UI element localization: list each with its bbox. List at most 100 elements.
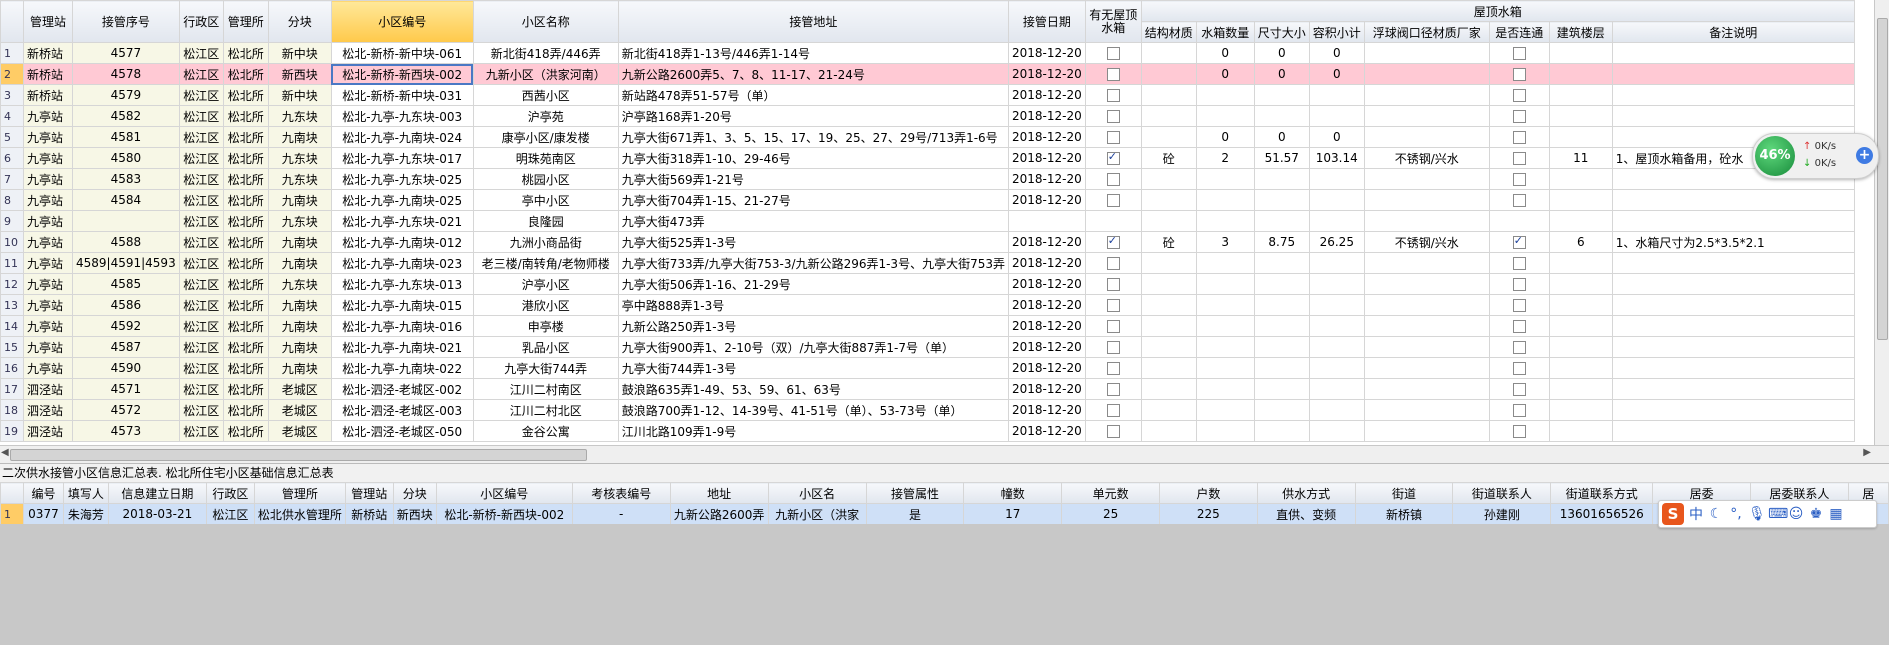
table-cell[interactable]: 松北-九亭-九南块-025 <box>330 189 474 211</box>
col-header[interactable]: 管理站 <box>23 0 73 43</box>
microphone-icon[interactable]: 🎙 <box>1748 506 1766 522</box>
checkbox[interactable] <box>1512 341 1526 354</box>
table-row[interactable]: 9 九亭站 松江区 松北所 九东块 松北-九亭-九东块-021 良隆园 九亭大街473弄 <box>0 210 1855 232</box>
table-cell[interactable]: 2018-12-20 <box>1007 42 1086 64</box>
table-cell[interactable]: 松北-九亭-九东块-003 <box>330 105 474 127</box>
table-cell[interactable]: 松北所 <box>222 168 269 190</box>
table-cell[interactable] <box>1611 105 1855 127</box>
checkbox[interactable] <box>1106 425 1120 438</box>
row-number[interactable]: 1 <box>0 503 24 524</box>
table-cell[interactable] <box>1308 84 1365 106</box>
table-cell[interactable]: 3 <box>1195 231 1255 253</box>
table-cell[interactable]: 松江区 <box>178 168 224 190</box>
col-header[interactable]: 是否连通 <box>1488 21 1550 43</box>
table-cell[interactable] <box>1253 210 1310 232</box>
table-cell[interactable]: 4590 <box>72 357 180 379</box>
table-cell[interactable] <box>1195 273 1255 295</box>
table-row[interactable]: 13 九亭站 4586 松江区 松北所 九南块 松北-九亭-九南块-015 港欣小区 亭中路88… <box>0 294 1855 316</box>
table-cell[interactable]: 泗泾站 <box>23 420 73 442</box>
table-cell[interactable] <box>1140 210 1197 232</box>
table-cell[interactable]: 松北-九亭-九南块-012 <box>330 231 474 253</box>
table-cell[interactable] <box>1363 63 1490 85</box>
table-cell[interactable]: 沪亭苑 <box>472 105 619 127</box>
table-cell[interactable]: 九东块 <box>267 168 332 190</box>
table-cell[interactable]: 松北所 <box>222 147 269 169</box>
table-cell[interactable]: 2018-12-20 <box>1007 231 1086 253</box>
table-cell[interactable] <box>1308 105 1365 127</box>
table-cell[interactable] <box>1195 105 1255 127</box>
table-cell[interactable] <box>1140 168 1197 190</box>
table-cell[interactable]: 九亭大街525弄1-3号 <box>617 231 1009 253</box>
table-cell[interactable] <box>1548 42 1613 64</box>
table-cell[interactable]: 九亭站 <box>23 273 73 295</box>
table-cell[interactable] <box>1611 378 1855 400</box>
corner-header[interactable] <box>0 482 24 504</box>
table-cell[interactable]: 九亭站 <box>23 336 73 358</box>
table-cell[interactable]: 2018-12-20 <box>1007 420 1086 442</box>
table-cell[interactable]: 新桥站 <box>23 84 73 106</box>
table-cell[interactable] <box>1363 252 1490 274</box>
row-number[interactable]: 7 <box>0 168 24 190</box>
table-cell[interactable] <box>1195 168 1255 190</box>
col-header[interactable]: 建筑楼层 <box>1548 21 1613 43</box>
table-cell[interactable]: 松北所 <box>222 336 269 358</box>
table-cell[interactable]: 26.25 <box>1308 231 1365 253</box>
table-cell[interactable] <box>1611 315 1855 337</box>
table-cell[interactable]: 0 <box>1253 42 1310 64</box>
table-cell[interactable] <box>1363 189 1490 211</box>
table-row[interactable]: 2 新桥站 4578 松江区 松北所 新西块 松北-新桥-新西块-002 九新小区（洪家河南）… <box>0 63 1855 85</box>
col-header[interactable]: 行政区 <box>205 482 255 504</box>
table-cell[interactable]: 新北街418弄/446弄 <box>472 42 619 64</box>
table-cell[interactable]: 0 <box>1253 63 1310 85</box>
table-cell[interactable]: 松北所 <box>222 126 269 148</box>
col-header[interactable]: 小区名称 <box>472 0 619 43</box>
table-cell[interactable]: 松江区 <box>178 126 224 148</box>
table-cell[interactable] <box>1253 189 1310 211</box>
table-cell[interactable] <box>1611 357 1855 379</box>
table-cell[interactable]: 九亭站 <box>23 294 73 316</box>
table-cell[interactable]: 江川二村北区 <box>472 399 619 421</box>
table-cell[interactable] <box>1548 378 1613 400</box>
keyboard-icon[interactable]: ⌨ <box>1768 506 1788 522</box>
table-cell[interactable]: 2018-12-20 <box>1007 105 1086 127</box>
table-cell[interactable]: 8.75 <box>1253 231 1310 253</box>
table-cell[interactable]: 0 <box>1195 63 1255 85</box>
col-header-selected[interactable]: 小区编号 <box>330 0 474 43</box>
table-cell[interactable]: 2018-03-21 <box>107 503 207 524</box>
checkbox[interactable] <box>1106 150 1120 165</box>
table-cell[interactable]: 4587 <box>72 336 180 358</box>
table-cell[interactable] <box>1363 210 1490 232</box>
table-cell[interactable]: 新西块 <box>267 63 332 85</box>
table-cell[interactable]: 2018-12-20 <box>1007 84 1086 106</box>
table-cell[interactable]: 1、水箱尺寸为2.5*3.5*2.1 <box>1611 231 1855 253</box>
col-header[interactable]: 考核表编号 <box>571 482 671 504</box>
table-cell[interactable] <box>1611 252 1855 274</box>
table-cell[interactable]: 4580 <box>72 147 180 169</box>
checkbox[interactable] <box>1512 68 1526 81</box>
table-cell[interactable]: 老城区 <box>267 399 332 421</box>
table-cell[interactable]: 松北-九亭-九南块-024 <box>330 126 474 148</box>
table-cell[interactable] <box>1195 189 1255 211</box>
table-cell[interactable]: 松北-新桥-新西块-002 <box>435 503 573 524</box>
table-cell[interactable] <box>1548 210 1613 232</box>
table-cell[interactable]: 新站路478弄51-57号（单） <box>617 84 1009 106</box>
col-header[interactable]: 备注说明 <box>1611 21 1855 43</box>
table-cell[interactable]: 松北-泗泾-老城区-050 <box>330 420 474 442</box>
table-cell[interactable] <box>1253 378 1310 400</box>
vertical-scrollbar[interactable] <box>1874 0 1889 445</box>
table-cell[interactable]: 九亭站 <box>23 252 73 274</box>
table-cell[interactable]: 2018-12-20 <box>1007 336 1086 358</box>
table-cell[interactable]: 鼓浪路635弄1-49、53、59、61、63号 <box>617 378 1009 400</box>
table-cell[interactable]: 4589|4591|4593 <box>72 252 180 274</box>
table-cell[interactable] <box>1548 294 1613 316</box>
table-cell[interactable]: 新西块 <box>392 503 437 524</box>
table-cell[interactable] <box>1308 210 1365 232</box>
table-cell[interactable] <box>1548 357 1613 379</box>
table-cell[interactable] <box>1488 357 1550 379</box>
table-cell[interactable]: 2018-12-20 <box>1007 126 1086 148</box>
table-cell[interactable] <box>1195 84 1255 106</box>
col-header[interactable]: 小区编号 <box>435 482 573 504</box>
checkbox[interactable] <box>1512 47 1526 60</box>
table-cell[interactable]: 4571 <box>72 378 180 400</box>
table-cell[interactable] <box>1084 210 1142 232</box>
